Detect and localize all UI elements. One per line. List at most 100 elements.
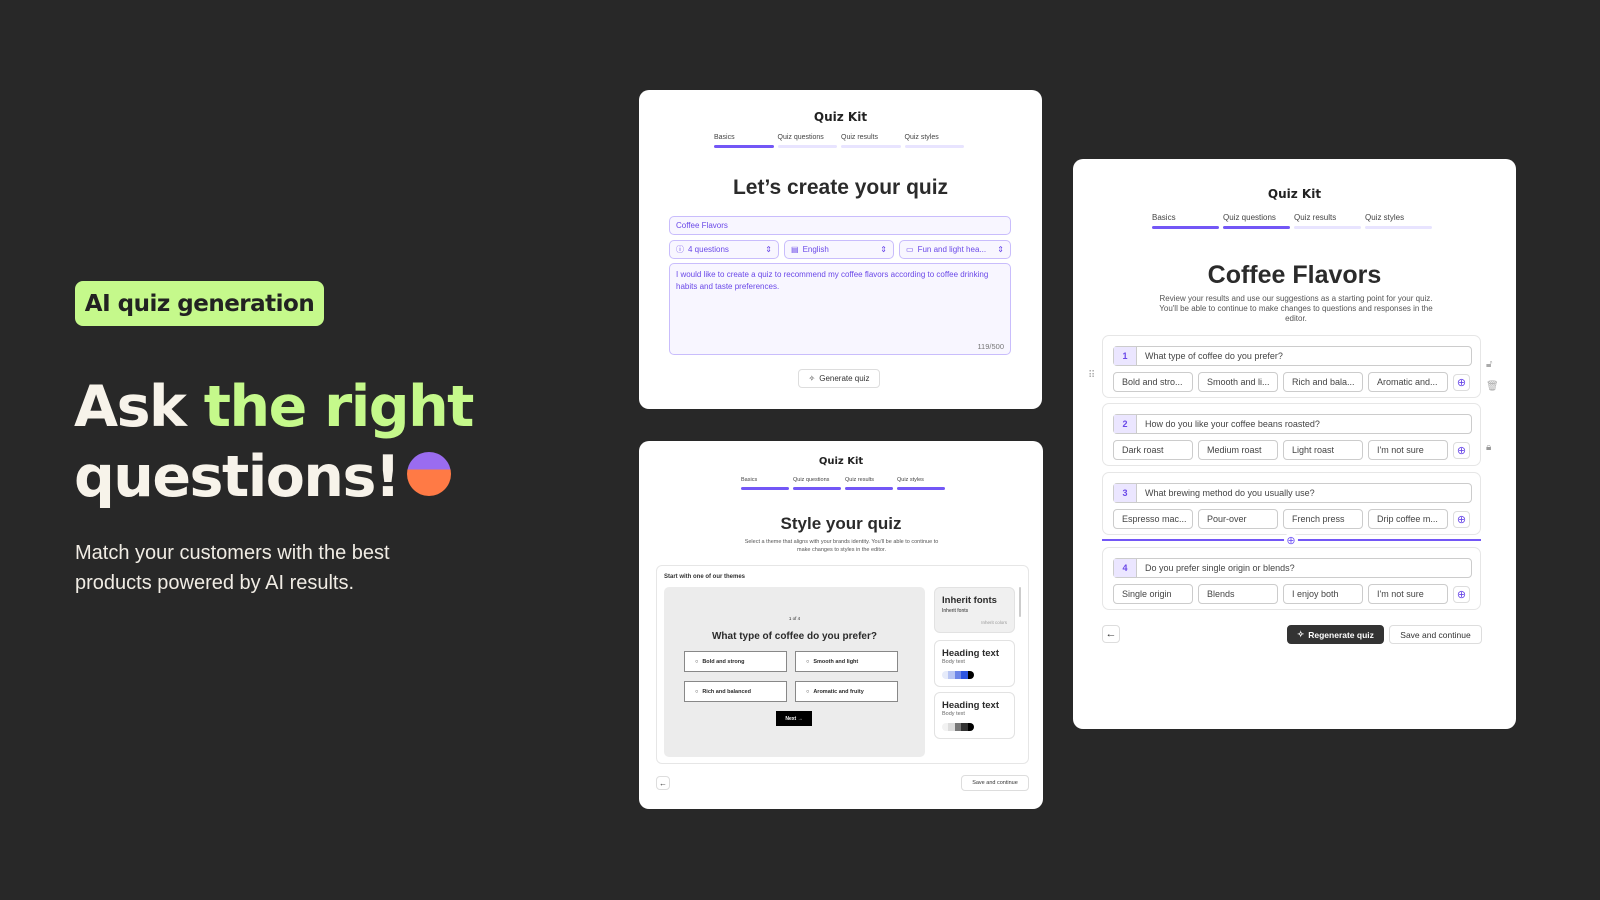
tab-quiz-styles[interactable]: Quiz styles [904, 134, 964, 148]
sparkle-icon: ✧ [808, 374, 816, 383]
quiz-name-input[interactable]: Coffee Flavors [669, 216, 1011, 235]
answer-option[interactable]: Medium roast [1198, 440, 1278, 460]
back-button[interactable]: ← [656, 776, 670, 790]
answer-option[interactable]: Single origin [1113, 584, 1193, 604]
answer-option[interactable]: Drip coffee m... [1368, 509, 1448, 529]
preview-option[interactable]: ○ Bold and strong [684, 651, 787, 672]
hero-subtitle: Match your customers with the best produ… [75, 542, 390, 594]
headline-part: questions! [74, 444, 401, 510]
prompt-textarea[interactable]: I would like to create a quiz to recomme… [669, 263, 1011, 355]
question-input[interactable]: 3 What brewing method do you usually use? [1113, 483, 1472, 503]
language-select[interactable]: ▤ English ⇕ [784, 240, 894, 259]
trash-icon[interactable]: 🗑︎ [1486, 381, 1499, 392]
add-option-icon[interactable]: ⊕ [1453, 441, 1470, 459]
tab-basics[interactable]: Basics [1152, 213, 1219, 229]
add-option-icon[interactable]: ⊕ [1453, 585, 1470, 603]
headline-highlight: the right [203, 374, 475, 440]
question-input[interactable]: 2 How do you like your coffee beans roast… [1113, 414, 1472, 434]
preview-option[interactable]: ○ Aromatic and fruity [795, 681, 898, 702]
crystal-ball-icon [407, 452, 452, 497]
brand-logo: Quiz Kit [813, 110, 868, 124]
page-description: Review your results and use our suggesti… [1159, 294, 1433, 323]
answer-option[interactable]: Rich and bala... [1283, 372, 1363, 392]
save-continue-button[interactable]: Save and continue [1389, 625, 1482, 644]
tab-quiz-styles[interactable]: Quiz styles [897, 477, 945, 490]
theme-option-inherit[interactable]: Inherit fonts Inherit fonts Inherit colors [934, 587, 1015, 633]
generate-quiz-button[interactable]: ✧ Generate quiz [798, 369, 880, 388]
regenerate-quiz-button[interactable]: ✧ Regenerate quiz [1287, 625, 1384, 644]
answer-option[interactable]: I'm not sure [1368, 440, 1448, 460]
question-input[interactable]: 1 What type of coffee do you prefer? [1113, 346, 1472, 366]
page-title: Style your quiz [780, 514, 902, 533]
answer-option[interactable]: Smooth and li... [1198, 372, 1278, 392]
answer-option[interactable]: Aromatic and... [1368, 372, 1448, 392]
tab-quiz-questions[interactable]: Quiz questions [1223, 213, 1290, 229]
question-count-select[interactable]: ⓘ 4 questions ⇕ [669, 240, 779, 259]
preview-question: What type of coffee do you prefer? [711, 631, 877, 642]
preview-option[interactable]: ○ Rich and balanced [684, 681, 787, 702]
back-button[interactable]: ← [1102, 625, 1120, 643]
answer-option[interactable]: I enjoy both [1283, 584, 1363, 604]
tab-quiz-questions[interactable]: Quiz questions [793, 477, 841, 490]
tab-basics[interactable]: Basics [741, 477, 789, 490]
question-card: 3 What brewing method do you usually use?… [1102, 472, 1481, 535]
lock-icon[interactable]: 🔒︎ [1486, 442, 1491, 453]
themes-panel: Start with one of our themes 1 of 4 What… [656, 565, 1029, 764]
styles-screen: Quiz Kit Basics Quiz questions Quiz resu… [639, 441, 1043, 809]
tab-quiz-results[interactable]: Quiz results [841, 134, 901, 148]
tab-quiz-styles[interactable]: Quiz styles [1365, 213, 1432, 229]
language-icon: ▤ [791, 245, 799, 254]
chevron-updown-icon: ⇕ [880, 245, 887, 254]
tab-quiz-questions[interactable]: Quiz questions [777, 134, 837, 148]
lock-open-icon[interactable]: 🔓︎ [1486, 359, 1492, 370]
answer-option[interactable]: Dark roast [1113, 440, 1193, 460]
chevron-updown-icon: ⇕ [765, 245, 772, 254]
tab-quiz-results[interactable]: Quiz results [1294, 213, 1361, 229]
answer-option[interactable]: French press [1283, 509, 1363, 529]
page-title: Let’s create your quiz [732, 176, 949, 199]
drag-handle-icon[interactable]: ⠿ [1088, 370, 1095, 381]
brand-logo: Quiz Kit [1267, 187, 1322, 201]
chevron-updown-icon: ⇕ [997, 245, 1004, 254]
themes-label: Start with one of our themes [664, 574, 746, 580]
step-tabs: Basics Quiz questions Quiz results Quiz … [1152, 213, 1432, 229]
answer-option[interactable]: I'm not sure [1368, 584, 1448, 604]
tab-basics[interactable]: Basics [714, 134, 774, 148]
step-tabs: Basics Quiz questions Quiz results Quiz … [714, 134, 964, 148]
answer-option[interactable]: Light roast [1283, 440, 1363, 460]
theme-preview: 1 of 4 What type of coffee do you prefer… [664, 587, 925, 757]
scrollbar[interactable] [1019, 587, 1021, 617]
question-input[interactable]: 4 Do you prefer single origin or blends? [1113, 558, 1472, 578]
page-title: Coffee Flavors [1207, 261, 1382, 289]
sparkle-icon: ✧ [1297, 629, 1305, 639]
tab-quiz-results[interactable]: Quiz results [845, 477, 893, 490]
answer-option[interactable]: Blends [1198, 584, 1278, 604]
preview-option[interactable]: ○ Smooth and light [795, 651, 898, 672]
char-count: 119/500 [977, 342, 1004, 351]
tone-select[interactable]: ▭ Fun and light hea... ⇕ [899, 240, 1011, 259]
theme-option-mono[interactable]: Heading text Body text [934, 692, 1015, 739]
add-option-icon[interactable]: ⊕ [1453, 373, 1470, 391]
answer-option[interactable]: Espresso mac... [1113, 509, 1193, 529]
brand-logo: Quiz Kit [818, 456, 864, 467]
question-card: 2 How do you like your coffee beans roast… [1102, 403, 1481, 466]
theme-option-blue[interactable]: Heading text Body text [934, 640, 1015, 687]
step-tabs: Basics Quiz questions Quiz results Quiz … [741, 477, 945, 490]
question-card: 1 What type of coffee do you prefer? Bold… [1102, 335, 1481, 398]
save-continue-button[interactable]: Save and continue [961, 775, 1029, 791]
preview-next-button[interactable]: Next → [776, 711, 812, 726]
preview-progress: 1 of 4 [788, 616, 801, 621]
arrow-left-icon: ← [659, 778, 667, 788]
add-option-icon[interactable]: ⊕ [1453, 510, 1470, 528]
answer-option[interactable]: Pour-over [1198, 509, 1278, 529]
feature-badge: AI quiz generation [75, 281, 324, 326]
questions-screen: Quiz Kit Basics Quiz questions Quiz resu… [1073, 159, 1516, 729]
insert-question-icon[interactable]: ⊕ [1284, 533, 1298, 547]
arrow-left-icon: ← [1105, 628, 1117, 640]
hero-headline: Ask the right questions! [74, 372, 475, 512]
headline-part: Ask [74, 374, 204, 440]
answer-option[interactable]: Bold and stro... [1113, 372, 1193, 392]
question-card: 4 Do you prefer single origin or blends? … [1102, 547, 1481, 610]
chat-icon: ▭ [906, 245, 914, 254]
page-description: Select a theme that aligns with your bra… [744, 539, 939, 553]
